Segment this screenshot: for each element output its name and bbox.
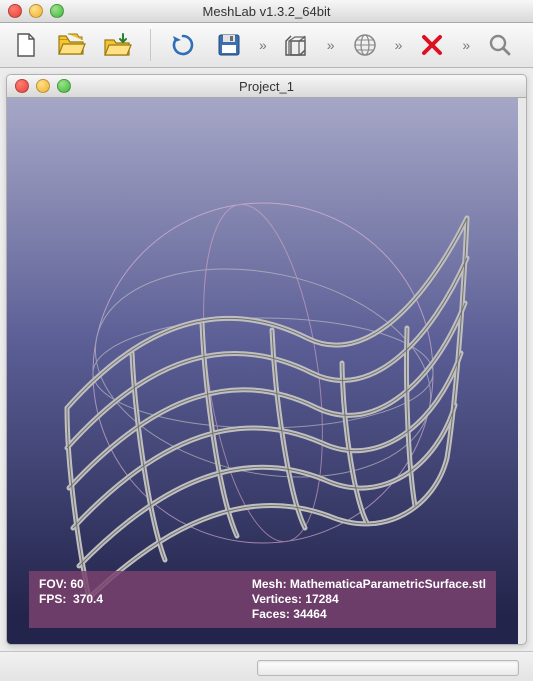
reload-icon bbox=[170, 32, 196, 58]
toolbar-separator bbox=[150, 29, 151, 61]
new-project-button[interactable] bbox=[10, 29, 42, 61]
delete-mesh-button[interactable] bbox=[416, 29, 448, 61]
search-icon bbox=[487, 32, 513, 58]
fps-value: 370.4 bbox=[73, 592, 103, 606]
render-cube-icon bbox=[283, 31, 311, 59]
faces-value: 34464 bbox=[293, 607, 326, 621]
minimize-icon[interactable] bbox=[29, 4, 43, 18]
render-cube-button[interactable] bbox=[281, 29, 313, 61]
app-titlebar: MeshLab v1.3.2_64bit bbox=[0, 0, 533, 23]
mesh-label: Mesh: bbox=[252, 577, 287, 591]
vertices-label: Vertices: bbox=[252, 592, 302, 606]
project-close-icon[interactable] bbox=[15, 79, 29, 93]
globe-icon bbox=[352, 32, 378, 58]
fov-value: 60 bbox=[70, 577, 83, 591]
delete-mesh-icon bbox=[419, 32, 445, 58]
reload-button[interactable] bbox=[167, 29, 199, 61]
open-project-icon bbox=[57, 32, 87, 58]
zoom-icon[interactable] bbox=[50, 4, 64, 18]
project-titlebar: Project_1 bbox=[7, 75, 526, 98]
toolbar-expand-4[interactable]: » bbox=[462, 37, 470, 53]
project-minimize-icon[interactable] bbox=[36, 79, 50, 93]
project-window: Project_1 bbox=[6, 74, 527, 645]
progress-bar bbox=[257, 660, 519, 676]
faces-label: Faces: bbox=[252, 607, 290, 621]
toolbar-expand-3[interactable]: » bbox=[395, 37, 403, 53]
app-statusbar bbox=[0, 651, 533, 681]
mesh-render bbox=[7, 98, 518, 644]
save-button[interactable] bbox=[213, 29, 245, 61]
main-toolbar: » » » » bbox=[0, 23, 533, 68]
vertices-value: 17284 bbox=[305, 592, 338, 606]
project-zoom-icon[interactable] bbox=[57, 79, 71, 93]
save-icon bbox=[216, 32, 242, 58]
mesh-value: MathematicaParametricSurface.stl bbox=[290, 577, 486, 591]
close-icon[interactable] bbox=[8, 4, 22, 18]
viewport-3d[interactable]: FOV: 60 FPS: 370.4 Mesh: MathematicaPara… bbox=[7, 98, 518, 644]
globe-button[interactable] bbox=[349, 29, 381, 61]
search-button[interactable] bbox=[484, 29, 516, 61]
viewport-status: FOV: 60 FPS: 370.4 Mesh: MathematicaPara… bbox=[29, 571, 496, 628]
import-mesh-icon bbox=[103, 32, 133, 58]
project-title: Project_1 bbox=[7, 79, 526, 94]
toolbar-expand-2[interactable]: » bbox=[327, 37, 335, 53]
open-project-button[interactable] bbox=[56, 29, 88, 61]
app-title: MeshLab v1.3.2_64bit bbox=[0, 4, 533, 19]
import-mesh-button[interactable] bbox=[102, 29, 134, 61]
fov-label: FOV: bbox=[39, 577, 67, 591]
new-project-icon bbox=[12, 31, 40, 59]
fps-label: FPS: bbox=[39, 592, 66, 606]
toolbar-expand-1[interactable]: » bbox=[259, 37, 267, 53]
